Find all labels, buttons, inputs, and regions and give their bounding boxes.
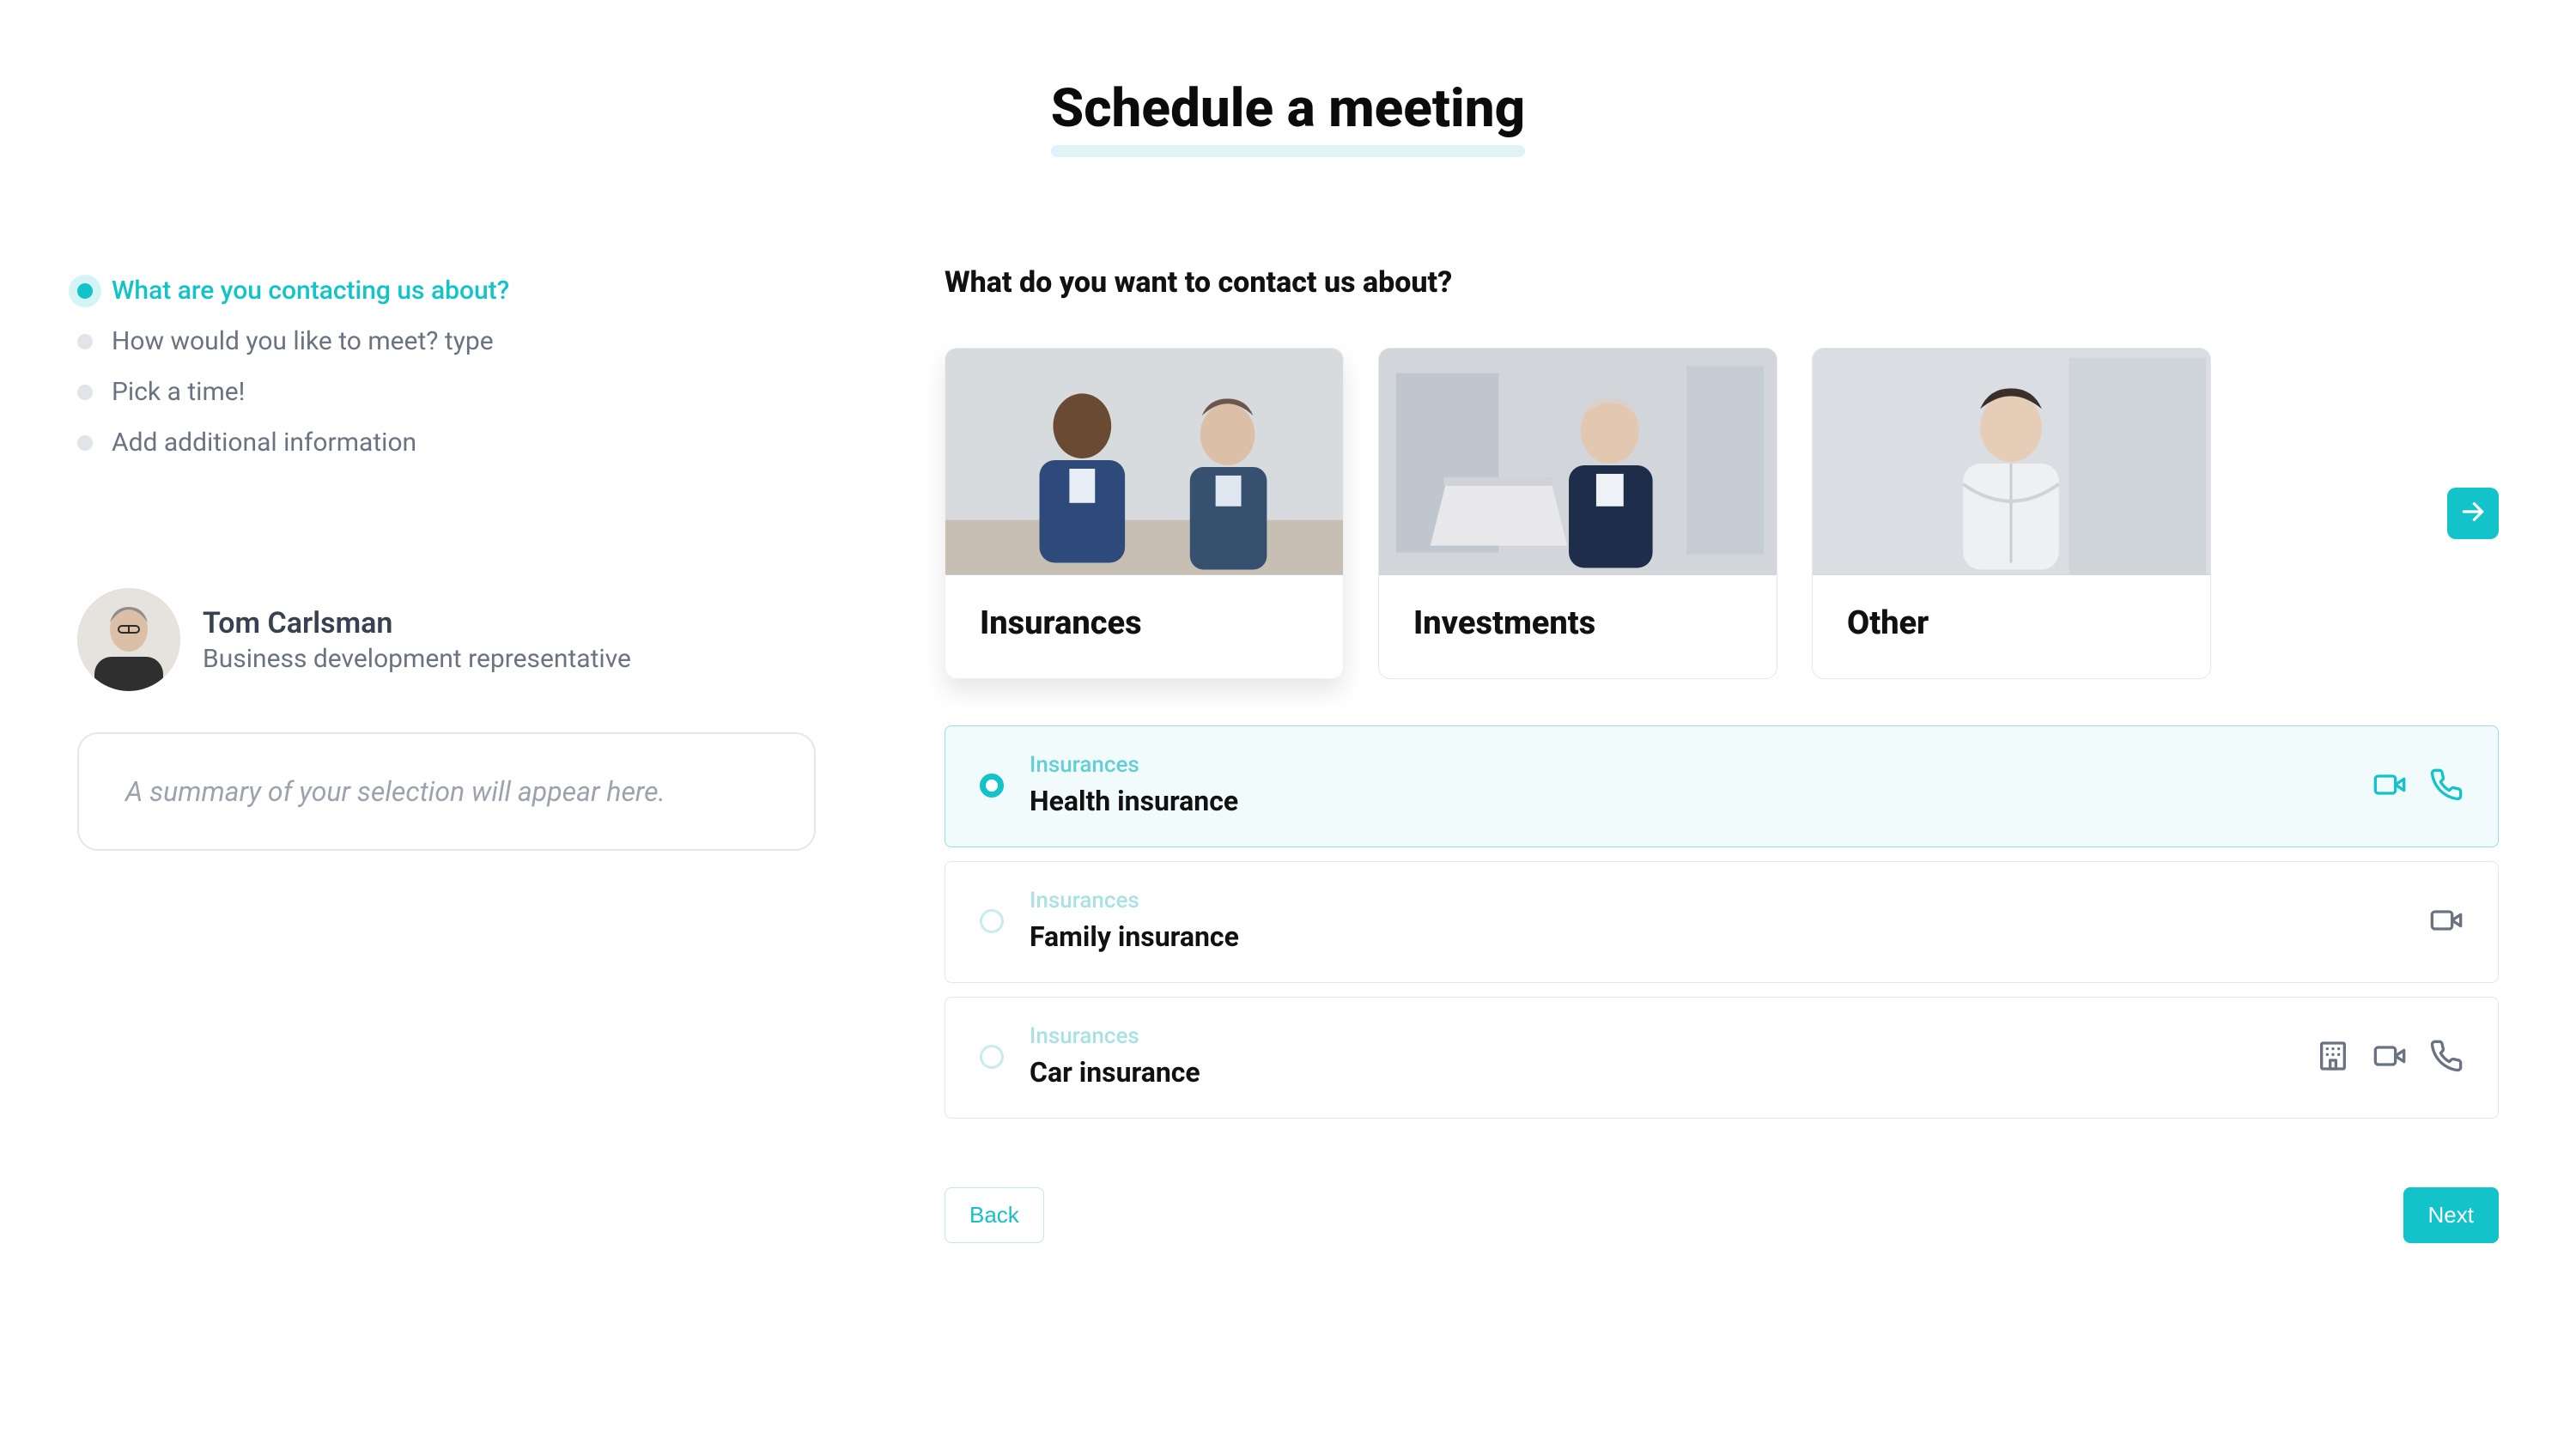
avatar [77, 588, 180, 691]
topic-card-investments[interactable]: Investments [1378, 348, 1777, 679]
card-title: Insurances [980, 604, 1309, 642]
sidebar: What are you contacting us about? How wo… [77, 265, 850, 1243]
video-icon [2429, 903, 2464, 937]
step-list: What are you contacting us about? How wo… [77, 265, 850, 468]
topic-card-other[interactable]: Other [1812, 348, 2211, 679]
step-dot-icon [77, 334, 93, 349]
topic-card-row: Insurances [945, 348, 2404, 679]
rep-name: Tom Carlsman [203, 606, 631, 640]
step-meeting-type[interactable]: How would you like to meet? type [77, 316, 850, 367]
option-category: Insurances [1030, 888, 1239, 913]
radio-icon [980, 774, 1004, 798]
option-list: Insurances Health insurance [945, 725, 2499, 1119]
option-name: Health insurance [1030, 785, 1238, 817]
phone-icon [2429, 1039, 2464, 1073]
option-category: Insurances [1030, 752, 1238, 778]
phone-icon [2429, 768, 2464, 802]
card-image [1813, 349, 2210, 575]
footer-actions: Back Next [945, 1187, 2499, 1243]
card-image [945, 349, 1343, 575]
office-icon [2316, 1039, 2350, 1073]
summary-box: A summary of your selection will appear … [77, 732, 816, 851]
card-title: Other [1847, 604, 2176, 642]
step-pick-time[interactable]: Pick a time! [77, 367, 850, 417]
step-dot-icon [77, 283, 93, 299]
option-category: Insurances [1030, 1023, 1200, 1049]
radio-icon [980, 1045, 1004, 1069]
topic-card-insurances[interactable]: Insurances [945, 348, 1344, 679]
card-image [1379, 349, 1777, 575]
step-label: Pick a time! [112, 377, 245, 407]
card-title: Investments [1413, 604, 1742, 642]
step-contact-topic[interactable]: What are you contacting us about? [77, 265, 850, 316]
back-button[interactable]: Back [945, 1187, 1044, 1243]
option-car-insurance[interactable]: Insurances Car insurance [945, 997, 2499, 1119]
carousel-next-button[interactable] [2447, 488, 2499, 539]
step-label: How would you like to meet? type [112, 326, 494, 356]
arrow-right-icon [2459, 498, 2487, 529]
representative-card: Tom Carlsman Business development repres… [77, 588, 850, 691]
radio-icon [980, 909, 1004, 933]
step-label: Add additional information [112, 428, 416, 458]
step-dot-icon [77, 385, 93, 400]
summary-placeholder: A summary of your selection will appear … [125, 775, 768, 808]
rep-role: Business development representative [203, 644, 631, 674]
option-name: Car insurance [1030, 1056, 1200, 1089]
section-heading: What do you want to contact us about? [945, 265, 2499, 300]
main-content: What do you want to contact us about? [945, 265, 2499, 1243]
step-dot-icon [77, 435, 93, 451]
next-button[interactable]: Next [2403, 1187, 2499, 1243]
video-icon [2372, 1039, 2407, 1073]
option-family-insurance[interactable]: Insurances Family insurance [945, 861, 2499, 983]
step-additional-info[interactable]: Add additional information [77, 417, 850, 468]
step-label: What are you contacting us about? [112, 276, 509, 306]
page-title: Schedule a meeting [1051, 77, 1525, 145]
video-icon [2372, 768, 2407, 802]
option-name: Family insurance [1030, 920, 1239, 953]
option-health-insurance[interactable]: Insurances Health insurance [945, 725, 2499, 847]
